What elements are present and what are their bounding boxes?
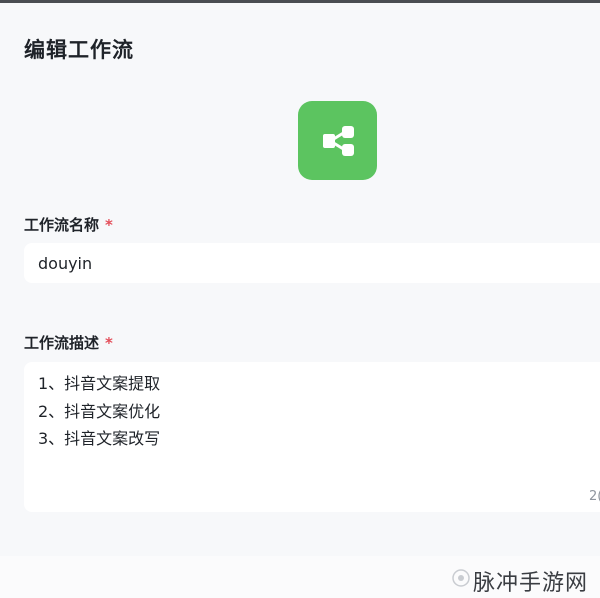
workflow-name-input[interactable] [24, 243, 600, 283]
description-line: 2、抖音文案优化 [38, 401, 161, 421]
name-label-text: 工作流名称 [24, 216, 100, 234]
description-line: 1、抖音文案提取 [38, 374, 161, 393]
description-field-label: 工作流描述 * [24, 332, 113, 353]
workflow-share-icon [322, 125, 354, 156]
character-counter: 2( [589, 489, 600, 504]
required-marker: * [105, 216, 113, 234]
watermark-text: 脉冲手游网 [473, 571, 589, 596]
watermark-logo-icon [452, 569, 470, 587]
dialog-title: 编辑工作流 [24, 38, 134, 62]
required-marker: * [105, 334, 113, 352]
description-line: 3、抖音文案改写 [38, 429, 161, 448]
workflow-description-textarea[interactable]: 1、抖音文案提取 2、抖音文案优化 3、抖音文案改写 [24, 362, 600, 512]
description-label-text: 工作流描述 [24, 334, 100, 352]
name-field-label: 工作流名称 * [24, 214, 113, 235]
workflow-icon-button[interactable] [298, 101, 377, 180]
